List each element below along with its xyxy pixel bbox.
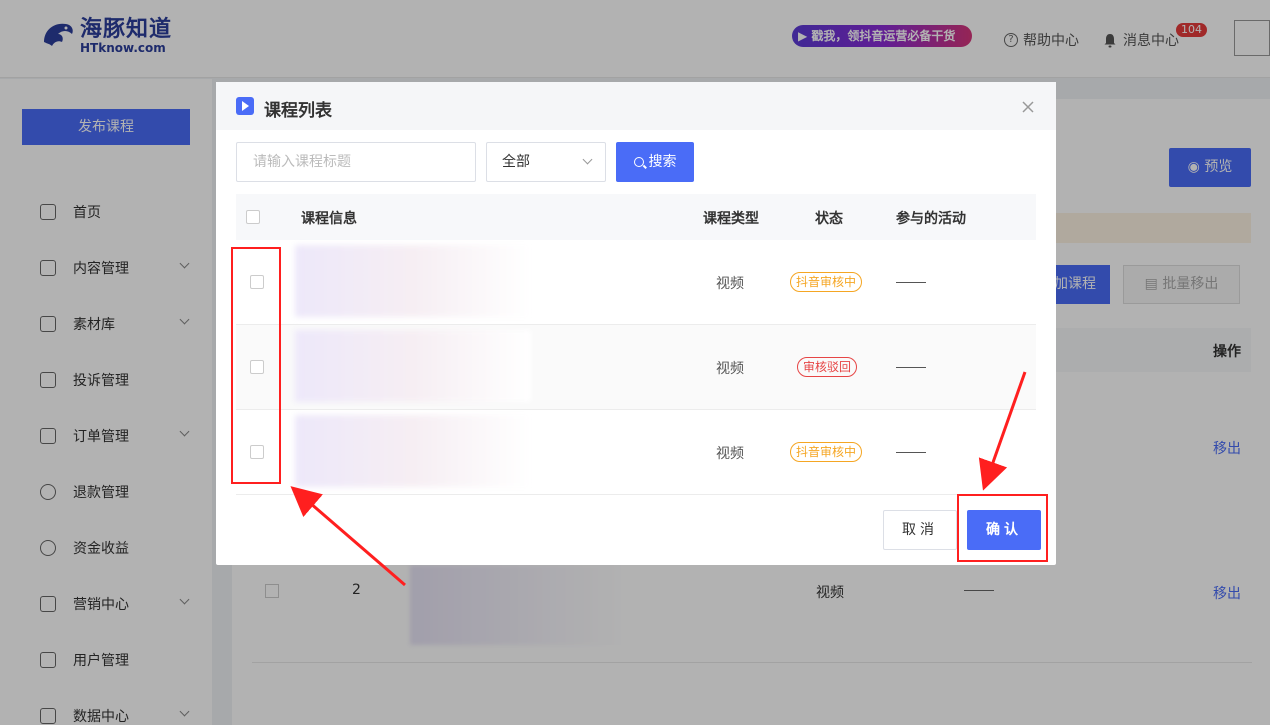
- course-thumbnail: [295, 330, 531, 402]
- checkbox-highlight-box: [231, 247, 281, 484]
- column-course-type: 课程类型: [703, 211, 759, 227]
- confirm-highlight-box: [957, 494, 1048, 562]
- course-list-modal: 课程列表 全部 搜索 课程信息 课程类型 状态 参与的活动 视频 抖音审核中 视…: [216, 82, 1056, 565]
- status-badge: 抖音审核中: [790, 442, 863, 462]
- modal-header: 课程列表: [216, 82, 1056, 130]
- search-button[interactable]: 搜索: [616, 142, 694, 182]
- table-row[interactable]: 视频 审核驳回: [236, 325, 1036, 410]
- course-type: 视频: [716, 446, 744, 462]
- column-course-info: 课程信息: [301, 211, 357, 227]
- column-activity: 参与的活动: [896, 211, 966, 227]
- course-thumbnail: [295, 415, 531, 487]
- select-all-checkbox[interactable]: [246, 210, 260, 224]
- status-badge: 抖音审核中: [790, 272, 863, 292]
- table-header: 课程信息 课程类型 状态 参与的活动: [236, 194, 1036, 240]
- select-value: 全部: [502, 154, 530, 170]
- activity-value: [896, 452, 926, 453]
- table-row[interactable]: 视频 抖音审核中: [236, 410, 1036, 495]
- course-type: 视频: [716, 361, 744, 377]
- cancel-button[interactable]: 取消: [883, 510, 957, 550]
- video-icon: [236, 97, 254, 115]
- activity-value: [896, 367, 926, 368]
- search-label: 搜索: [648, 154, 677, 170]
- modal-title: 课程列表: [264, 101, 332, 121]
- search-icon: [633, 157, 644, 167]
- status-badge: 审核驳回: [797, 357, 858, 377]
- table-row[interactable]: 视频 抖音审核中: [236, 240, 1036, 325]
- activity-value: [896, 282, 926, 283]
- chevron-down-icon: [582, 154, 593, 165]
- course-thumbnail: [295, 245, 531, 317]
- course-title-search-input[interactable]: [236, 142, 476, 182]
- column-status: 状态: [815, 211, 843, 227]
- course-type: 视频: [716, 276, 744, 292]
- close-icon[interactable]: [1021, 100, 1035, 114]
- status-filter-select[interactable]: 全部: [486, 142, 606, 182]
